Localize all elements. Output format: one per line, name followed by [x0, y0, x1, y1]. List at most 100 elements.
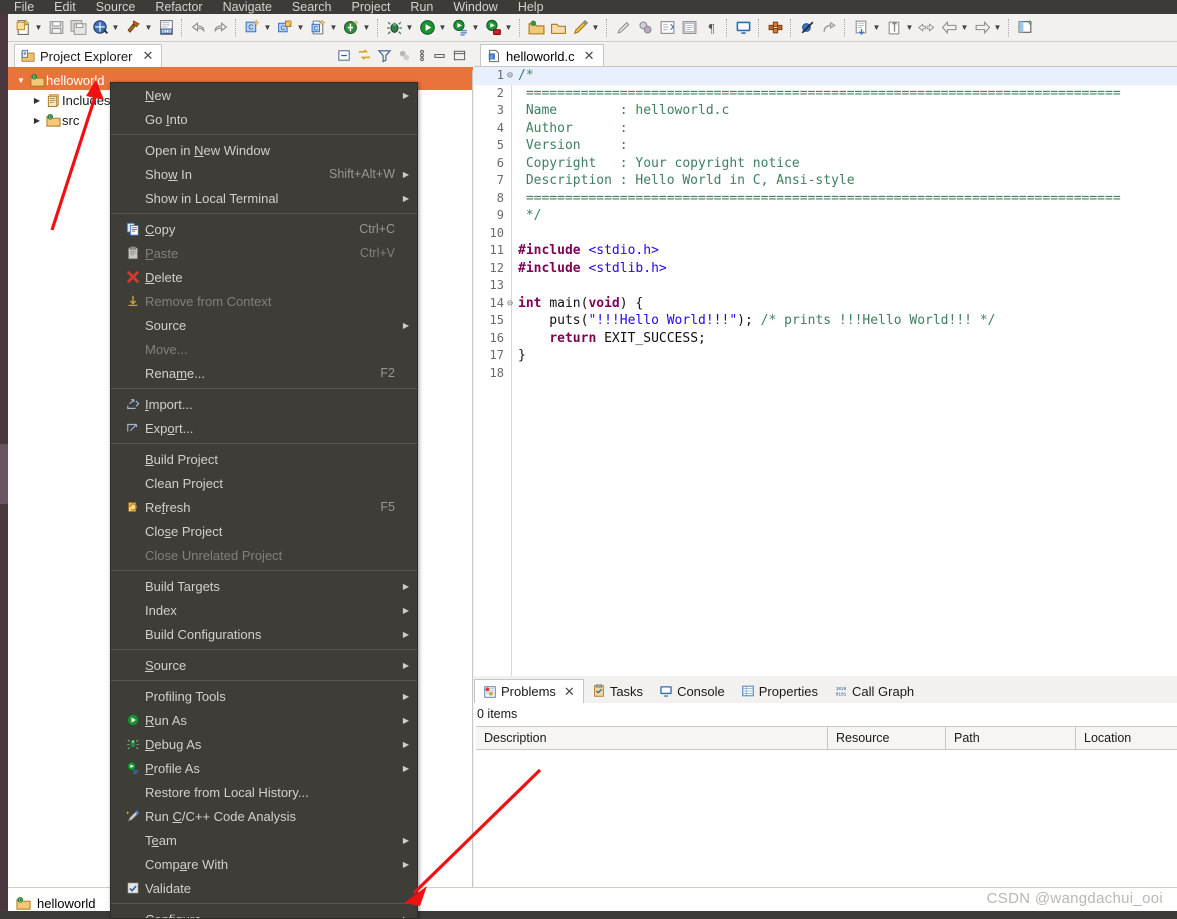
context-menu-item-show-in-local-terminal[interactable]: Show in Local Terminal ▶ — [111, 186, 417, 210]
toolbar-button-7[interactable] — [187, 16, 209, 40]
chevron-right-icon[interactable]: ▶ — [403, 606, 409, 615]
chevron-down-icon[interactable]: ▼ — [14, 76, 28, 85]
context-menu-item-index[interactable]: Index ▶ — [111, 598, 417, 622]
fold-toggle-icon[interactable]: ⊖ — [505, 295, 515, 313]
show-whitespace-icon[interactable] — [679, 18, 699, 38]
toolbar-button-39[interactable] — [916, 16, 938, 40]
toolbar-button-24[interactable] — [612, 16, 634, 40]
toolbar-button-22[interactable]: ▼ — [569, 16, 602, 40]
context-menu-item-source[interactable]: Source ▶ — [111, 313, 417, 337]
toolbar-button-3[interactable]: ▼ — [89, 16, 122, 40]
menu-item-help[interactable]: Help — [518, 0, 544, 14]
toolbar-button-1[interactable] — [45, 16, 67, 40]
context-menu-item-open-in-new-window[interactable]: Open in New Window — [111, 138, 417, 162]
chevron-right-icon[interactable]: ▶ — [403, 194, 409, 203]
toolbar-button-13[interactable]: ▼ — [340, 16, 373, 40]
toggle-mark-occurrences-icon[interactable] — [635, 18, 655, 38]
chevron-right-icon[interactable]: ▶ — [403, 860, 409, 869]
toolbar-button-8[interactable] — [209, 16, 231, 40]
tab-tasks[interactable]: Tasks — [584, 679, 651, 703]
code-line-6[interactable]: 6 Copyright : Your copyright notice — [474, 155, 1177, 173]
chevron-down-icon[interactable]: ▼ — [404, 18, 415, 38]
open-perspective-icon[interactable] — [1015, 18, 1035, 38]
context-menu-item-import[interactable]: Import... — [111, 392, 417, 416]
code-line-8[interactable]: 8 ======================================… — [474, 190, 1177, 208]
toolbar-button-27[interactable] — [678, 16, 700, 40]
toolbar-button-30[interactable] — [732, 16, 754, 40]
context-menu-item-export[interactable]: Export... — [111, 416, 417, 440]
context-menu-item-run-as[interactable]: Run As ▶ — [111, 708, 417, 732]
run-icon[interactable] — [417, 18, 437, 38]
menu-item-file[interactable]: File — [14, 0, 34, 14]
profile-icon[interactable] — [483, 18, 503, 38]
open-resource-icon[interactable] — [548, 18, 568, 38]
skip-breakpoints-icon[interactable] — [797, 18, 817, 38]
toolbar-button-21[interactable] — [547, 16, 569, 40]
toolbar-button-11[interactable]: C ▼ — [274, 16, 307, 40]
project-context-menu[interactable]: New ▶ Go Into Open in New Window Show In Shif… — [110, 82, 418, 919]
code-line-15[interactable]: 15 puts("!!!Hello World!!!"); /* prints … — [474, 312, 1177, 330]
chevron-right-icon[interactable]: ▶ — [403, 582, 409, 591]
toolbar-button-10[interactable]: C ▼ — [241, 16, 274, 40]
filter-icon[interactable] — [377, 48, 392, 63]
chevron-right-icon[interactable]: ▶ — [403, 740, 409, 749]
menu-item-search[interactable]: Search — [292, 0, 332, 14]
code-line-11[interactable]: 11 #include <stdio.h> — [474, 242, 1177, 260]
tab-console[interactable]: Console — [651, 679, 733, 703]
toolbar-button-35[interactable] — [818, 16, 840, 40]
code-line-3[interactable]: 3 Name : helloworld.c — [474, 102, 1177, 120]
menu-item-window[interactable]: Window — [453, 0, 497, 14]
context-menu-item-refresh[interactable]: Refresh F5 — [111, 495, 417, 519]
chevron-down-icon[interactable]: ▼ — [33, 18, 44, 38]
toolbar-button-17[interactable]: ▼ — [449, 16, 482, 40]
context-menu-item-restore-from-local-history[interactable]: Restore from Local History... — [111, 780, 417, 804]
column-header-path[interactable]: Path — [946, 727, 1076, 749]
menu-item-source[interactable]: Source — [96, 0, 136, 14]
chevron-down-icon[interactable]: ▼ — [262, 18, 273, 38]
new-c-file-icon[interactable]: C — [308, 18, 328, 38]
tab-properties[interactable]: Properties — [733, 679, 826, 703]
toolbar-button-32[interactable] — [764, 16, 786, 40]
undo-icon[interactable] — [188, 18, 208, 38]
hammer-build-icon[interactable] — [123, 18, 143, 38]
context-menu-item-build-targets[interactable]: Build Targets ▶ — [111, 574, 417, 598]
chevron-down-icon[interactable]: ▼ — [503, 18, 514, 38]
chevron-right-icon[interactable]: ▶ — [403, 321, 409, 330]
back-arrow-icon[interactable] — [939, 18, 959, 38]
toolbar-button-40[interactable]: ▼ — [938, 16, 971, 40]
context-menu-item-validate[interactable]: Validate — [111, 876, 417, 900]
chevron-down-icon[interactable]: ▼ — [361, 18, 372, 38]
close-icon[interactable]: ✕ — [584, 48, 595, 64]
context-menu-item-close-project[interactable]: Close Project — [111, 519, 417, 543]
context-menu-item-build-project[interactable]: Build Project — [111, 447, 417, 471]
pencil-edit-icon[interactable] — [570, 18, 590, 38]
minimize-icon[interactable] — [432, 48, 447, 63]
code-line-5[interactable]: 5 Version : — [474, 137, 1177, 155]
code-line-4[interactable]: 4 Author : — [474, 120, 1177, 138]
binary-010-icon[interactable]: 010 — [156, 18, 176, 38]
context-menu-item-rename[interactable]: Rename... F2 — [111, 361, 417, 385]
code-line-7[interactable]: 7 Description : Hello World in C, Ansi-s… — [474, 172, 1177, 190]
menu-item-navigate[interactable]: Navigate — [223, 0, 272, 14]
customize-view-icon[interactable] — [397, 48, 412, 63]
run-external-tools-icon[interactable] — [450, 18, 470, 38]
toolbar-button-12[interactable]: C ▼ — [307, 16, 340, 40]
redo-icon[interactable] — [210, 18, 230, 38]
editor-text-area[interactable]: 1 ⊖/* 2 ==================================… — [474, 67, 1177, 676]
chevron-right-icon[interactable]: ▶ — [30, 96, 44, 105]
new-c-class-icon[interactable]: C — [275, 18, 295, 38]
code-line-16[interactable]: 16 return EXIT_SUCCESS; — [474, 330, 1177, 348]
memory-blocks-icon[interactable] — [765, 18, 785, 38]
code-line-10[interactable]: 10 — [474, 225, 1177, 243]
save-all-icon[interactable] — [68, 18, 88, 38]
chevron-right-icon[interactable]: ▶ — [403, 716, 409, 725]
problems-table-body[interactable] — [476, 750, 1177, 887]
tab-problems[interactable]: Problems ✕ — [474, 679, 584, 703]
toolbar-button-5[interactable]: 010 — [155, 16, 177, 40]
chevron-right-icon[interactable]: ▶ — [403, 661, 409, 670]
chevron-down-icon[interactable]: ▼ — [143, 18, 154, 38]
code-line-18[interactable]: 18 — [474, 365, 1177, 383]
fold-toggle-icon[interactable]: ⊖ — [505, 67, 515, 85]
new-file-icon[interactable] — [13, 18, 33, 38]
chevron-right-icon[interactable]: ▶ — [403, 764, 409, 773]
